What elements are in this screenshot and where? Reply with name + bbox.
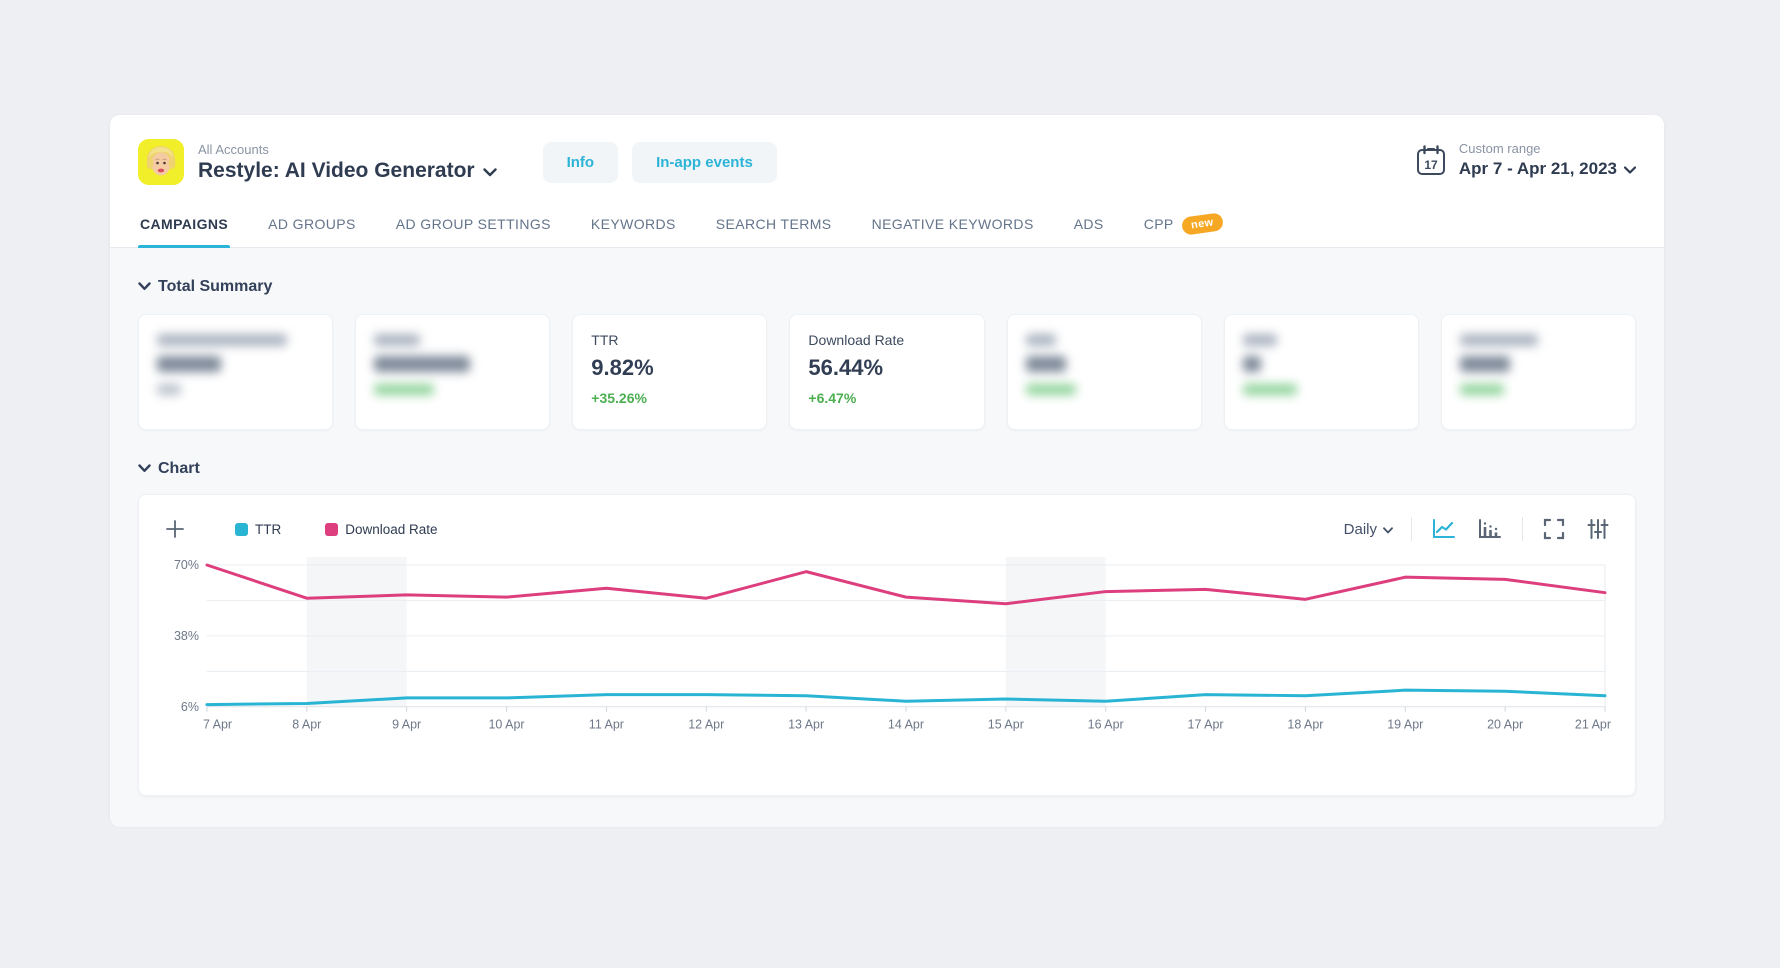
calendar-icon: 17 bbox=[1415, 144, 1447, 183]
svg-text:11 Apr: 11 Apr bbox=[589, 718, 624, 732]
metric-value: 56.44% bbox=[808, 355, 965, 381]
svg-text:12 Apr: 12 Apr bbox=[688, 718, 724, 732]
svg-text:70%: 70% bbox=[174, 558, 199, 572]
chart-canvas: 70% 38% 6% 7 Apr 8 Apr 9 Apr 10 Apr 11 Apr 12 Ap… bbox=[163, 557, 1611, 741]
blurred-metric-title bbox=[1460, 334, 1538, 346]
legend-item-ttr[interactable]: TTR bbox=[235, 522, 281, 537]
metric-delta: +35.26% bbox=[591, 390, 748, 406]
header: All Accounts Restyle: AI Video Generator… bbox=[110, 115, 1664, 185]
ttr-swatch bbox=[235, 523, 248, 536]
metric-card-ttr[interactable]: TTR 9.82% +35.26% bbox=[572, 314, 767, 430]
line-chart[interactable]: 70% 38% 6% 7 Apr 8 Apr 9 Apr 10 Apr 11 Apr 12 Ap… bbox=[163, 557, 1611, 746]
app-icon bbox=[138, 139, 184, 185]
svg-text:19 Apr: 19 Apr bbox=[1387, 718, 1423, 732]
total-summary-toggle[interactable]: Total Summary bbox=[138, 278, 1636, 296]
svg-text:15 Apr: 15 Apr bbox=[988, 718, 1024, 732]
divider bbox=[1522, 517, 1523, 541]
tab-keywords[interactable]: KEYWORDS bbox=[589, 205, 678, 247]
svg-text:8 Apr: 8 Apr bbox=[292, 718, 321, 732]
blurred-metric-value bbox=[1460, 356, 1510, 372]
svg-text:17: 17 bbox=[1424, 158, 1438, 172]
chevron-down-icon bbox=[483, 159, 497, 183]
metric-card-blurred[interactable] bbox=[1441, 314, 1636, 430]
tab-ads[interactable]: ADS bbox=[1072, 205, 1106, 247]
metric-title: Download Rate bbox=[808, 332, 965, 348]
in-app-events-button[interactable]: In-app events bbox=[632, 142, 777, 183]
metric-card-blurred[interactable] bbox=[1007, 314, 1202, 430]
svg-text:16 Apr: 16 Apr bbox=[1088, 718, 1124, 732]
metric-card-blurred[interactable] bbox=[1224, 314, 1419, 430]
blurred-metric-value bbox=[157, 356, 221, 372]
metric-cards-row: TTR 9.82% +35.26% Download Rate 56.44% +… bbox=[138, 314, 1636, 430]
date-range-label: Custom range bbox=[1459, 141, 1636, 156]
metric-delta: +6.47% bbox=[808, 390, 965, 406]
legend-label: Download Rate bbox=[345, 522, 437, 537]
total-summary-title: Total Summary bbox=[158, 278, 272, 296]
blonde-avatar-icon bbox=[138, 139, 184, 185]
blurred-metric-delta bbox=[1243, 384, 1297, 395]
legend-label: TTR bbox=[255, 522, 281, 537]
chart-toggle[interactable]: Chart bbox=[138, 460, 1636, 478]
chart-toolbar: TTR Download Rate Daily bbox=[163, 513, 1611, 545]
metric-title: TTR bbox=[591, 332, 748, 348]
svg-text:38%: 38% bbox=[174, 629, 199, 643]
svg-text:9 Apr: 9 Apr bbox=[392, 718, 421, 732]
tab-negative-keywords[interactable]: NEGATIVE KEYWORDS bbox=[870, 205, 1036, 247]
metric-value: 9.82% bbox=[591, 355, 748, 381]
tab-bar: CAMPAIGNS AD GROUPS AD GROUP SETTINGS KE… bbox=[110, 205, 1664, 248]
fullscreen-icon[interactable] bbox=[1541, 516, 1567, 542]
metric-card-download-rate[interactable]: Download Rate 56.44% +6.47% bbox=[789, 314, 984, 430]
blurred-metric-title bbox=[1026, 334, 1056, 346]
new-badge: new bbox=[1181, 212, 1224, 235]
chevron-down-icon bbox=[138, 278, 151, 296]
download-rate-swatch bbox=[325, 523, 338, 536]
blurred-metric-value bbox=[374, 356, 470, 372]
tab-ad-group-settings[interactable]: AD GROUP SETTINGS bbox=[394, 205, 553, 247]
app-selector[interactable]: Restyle: AI Video Generator bbox=[198, 159, 497, 183]
date-range-value: Apr 7 - Apr 21, 2023 bbox=[1459, 159, 1617, 179]
svg-text:18 Apr: 18 Apr bbox=[1287, 718, 1323, 732]
svg-text:6%: 6% bbox=[181, 700, 199, 714]
tab-cpp[interactable]: CPP new bbox=[1142, 205, 1225, 247]
dashboard-panel: All Accounts Restyle: AI Video Generator… bbox=[110, 115, 1664, 825]
metric-card-blurred[interactable] bbox=[355, 314, 550, 430]
bar-chart-view-icon[interactable] bbox=[1476, 516, 1504, 542]
blurred-metric-delta bbox=[157, 384, 181, 395]
svg-text:10 Apr: 10 Apr bbox=[488, 718, 524, 732]
svg-text:20 Apr: 20 Apr bbox=[1487, 718, 1523, 732]
legend-item-download-rate[interactable]: Download Rate bbox=[325, 522, 437, 537]
tab-search-terms[interactable]: SEARCH TERMS bbox=[714, 205, 834, 247]
svg-text:13 Apr: 13 Apr bbox=[788, 718, 824, 732]
svg-text:21 Apr: 21 Apr bbox=[1575, 718, 1611, 732]
app-title: Restyle: AI Video Generator bbox=[198, 159, 475, 183]
blurred-metric-value bbox=[1243, 356, 1261, 372]
granularity-dropdown[interactable]: Daily bbox=[1344, 521, 1393, 538]
svg-text:17 Apr: 17 Apr bbox=[1188, 718, 1224, 732]
add-metric-icon[interactable] bbox=[163, 517, 187, 541]
tab-campaigns[interactable]: CAMPAIGNS bbox=[138, 205, 230, 247]
blurred-metric-title bbox=[157, 334, 287, 346]
content-area: Total Summary TTR 9.82% +35.26% Download… bbox=[110, 248, 1664, 827]
chevron-down-icon bbox=[1624, 159, 1636, 179]
svg-text:7 Apr: 7 Apr bbox=[203, 718, 232, 732]
chart-settings-icon[interactable] bbox=[1585, 516, 1611, 542]
chart-panel: TTR Download Rate Daily bbox=[138, 494, 1636, 796]
blurred-metric-delta bbox=[374, 384, 434, 395]
account-scope-label: All Accounts bbox=[198, 142, 497, 157]
blurred-metric-delta bbox=[1460, 384, 1504, 395]
chevron-down-icon bbox=[1383, 521, 1393, 538]
chart-title: Chart bbox=[158, 460, 200, 478]
date-range-picker[interactable]: 17 Custom range Apr 7 - Apr 21, 2023 bbox=[1415, 141, 1636, 183]
line-chart-view-icon[interactable] bbox=[1430, 516, 1458, 542]
blurred-metric-title bbox=[1243, 334, 1277, 346]
metric-card-blurred[interactable] bbox=[138, 314, 333, 430]
svg-text:14 Apr: 14 Apr bbox=[888, 718, 924, 732]
tab-ad-groups[interactable]: AD GROUPS bbox=[266, 205, 358, 247]
blurred-metric-delta bbox=[1026, 384, 1076, 395]
chevron-down-icon bbox=[138, 460, 151, 478]
info-button[interactable]: Info bbox=[543, 142, 619, 183]
blurred-metric-title bbox=[374, 334, 420, 346]
blurred-metric-value bbox=[1026, 356, 1066, 372]
divider bbox=[1411, 517, 1412, 541]
